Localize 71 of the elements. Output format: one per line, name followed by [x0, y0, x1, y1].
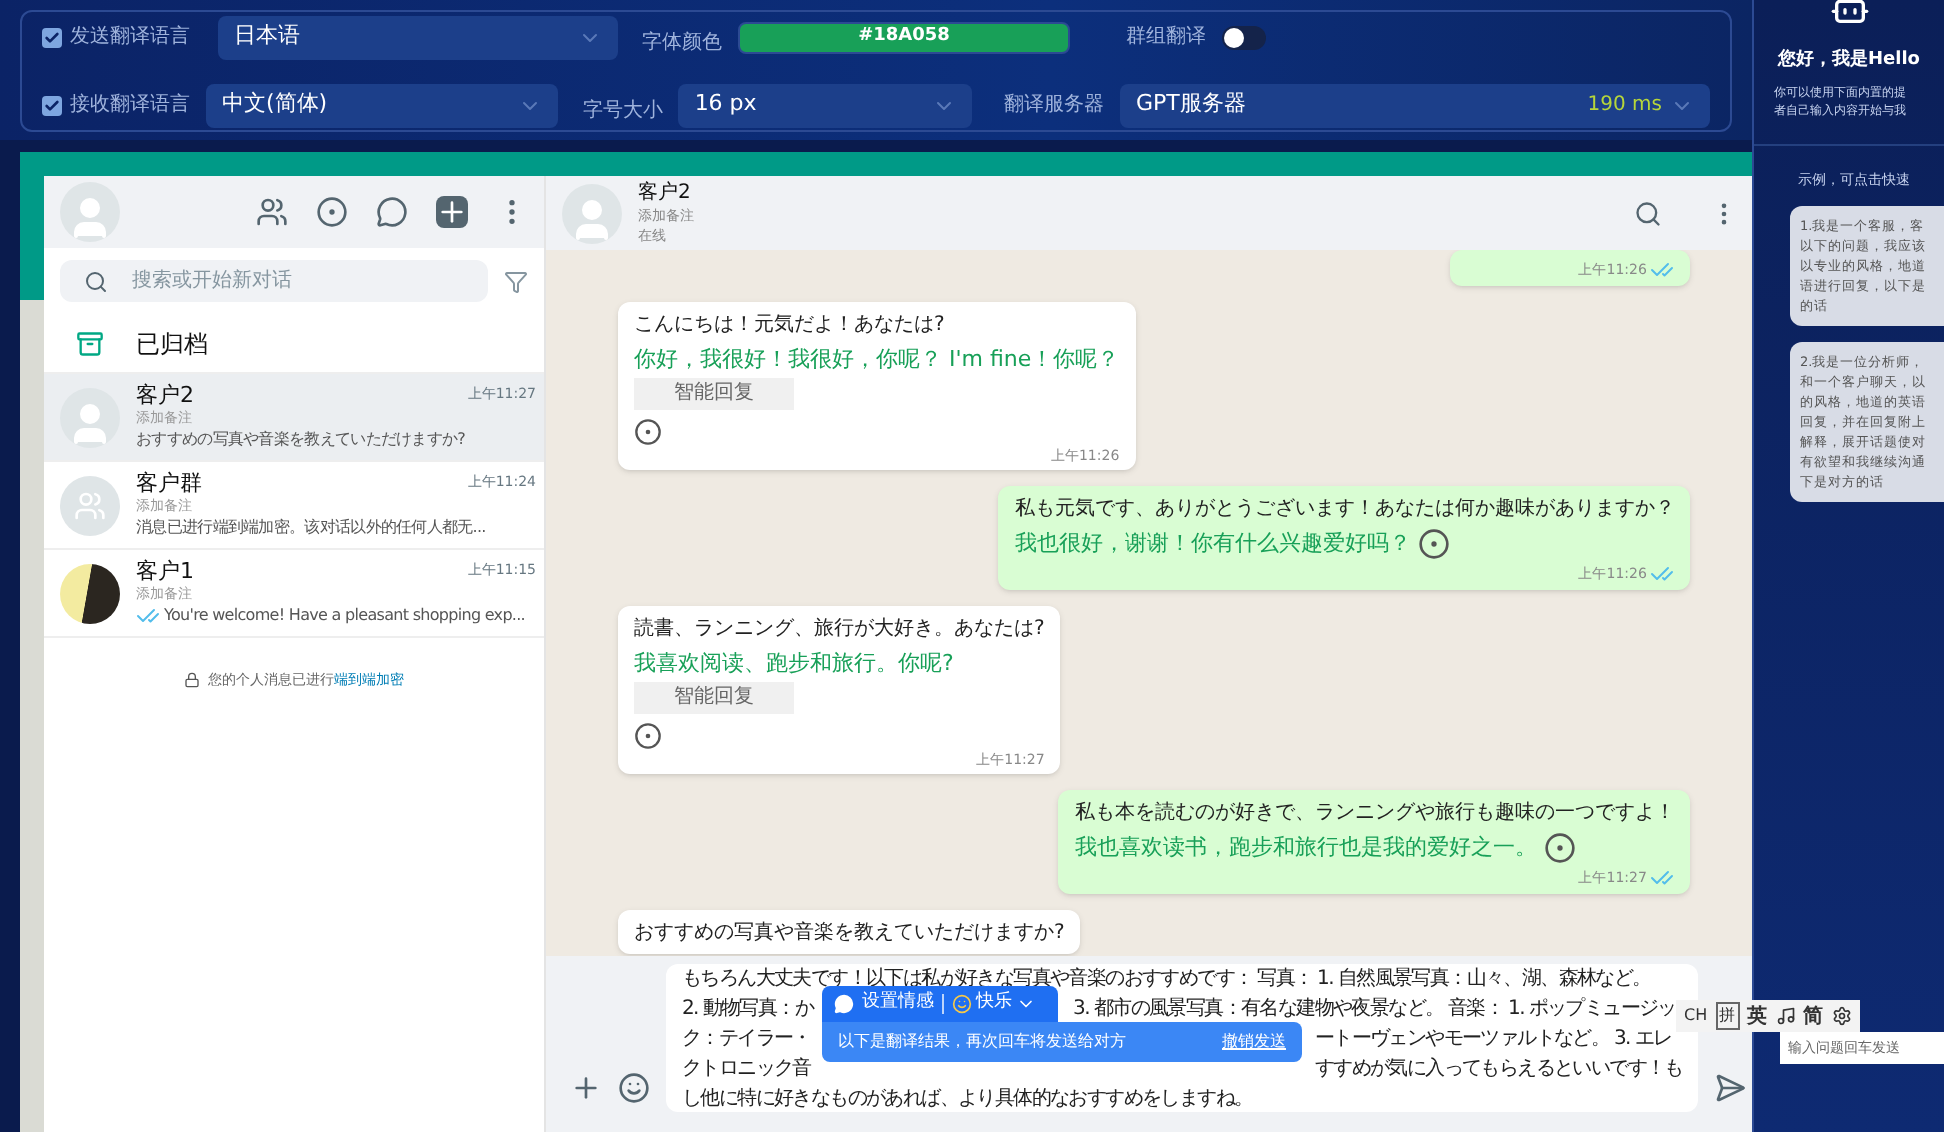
photo-placeholder: [60, 563, 120, 623]
note-icon[interactable]: [1775, 1006, 1796, 1026]
checkbox[interactable]: [42, 95, 62, 115]
group-avatar: [60, 475, 120, 535]
contact-name: 客户2: [638, 181, 691, 205]
smart-reply-button[interactable]: 智能回复: [634, 682, 794, 714]
message-preview: You're welcome! Have a pleasant shopping exp...: [164, 604, 525, 628]
contact-name: 客户群: [136, 470, 202, 496]
translation-text: 你好，我很好！我很好，你呢？ I'm fine！你呢？: [634, 344, 1120, 376]
latency-text: 190 ms: [1587, 92, 1662, 120]
mood-dropdown[interactable]: 快乐: [952, 990, 1036, 1018]
attach-icon[interactable]: [570, 1072, 602, 1104]
archive-icon: [76, 329, 104, 357]
original-text: おすすめの写真や音楽を教えていただけますか?: [634, 919, 1065, 948]
ime-simplified[interactable]: 简: [1803, 1001, 1824, 1031]
greeting-title: 您好，我是Hello: [1778, 48, 1920, 74]
search-icon: [84, 269, 108, 293]
search-field[interactable]: 搜索或开始新对话: [60, 260, 488, 302]
message-draft-text: し他に特に好きなものがあれば、より具体的なおすすめをしますね。: [682, 1085, 1253, 1113]
contact-name: 客户1: [136, 558, 194, 584]
avatar-icon: [60, 387, 120, 447]
robot-icon: [1829, 0, 1869, 28]
toggle-switch[interactable]: [1222, 25, 1266, 49]
original-text: 私も本を読むのが好きで、ランニングや旅行も趣味の一つですよ！: [1074, 799, 1675, 828]
checkbox-label: 发送翻译语言: [70, 23, 190, 52]
community-icon[interactable]: [256, 196, 288, 228]
search-icon[interactable]: [1634, 199, 1663, 227]
settings-icon[interactable]: [1831, 1006, 1852, 1026]
field-label: 字体颜色: [642, 31, 722, 53]
translation-text: 我也喜欢读书，跑步和旅行也是我的爱好之一。: [1074, 832, 1537, 864]
message-preview: 消息已进行端到端加密。该对话以外的任何人都无...: [136, 516, 486, 540]
send-icon[interactable]: [1714, 1072, 1747, 1104]
contact-name: 客户2: [136, 382, 194, 408]
checkbox[interactable]: [42, 27, 62, 47]
server-select[interactable]: GPT服务器 190 ms: [1120, 83, 1710, 127]
channel-icon[interactable]: [376, 196, 408, 228]
ime-pinyin[interactable]: 拼: [1715, 1002, 1740, 1030]
message-draft-text: 2. 動物写真：か: [682, 995, 814, 1023]
filter-icon[interactable]: [504, 269, 528, 293]
message-draft-text: 3. 都市の風景写真：有名な建物や夜景など。 音楽： 1. ポップミュージッ: [1073, 995, 1676, 1023]
smart-reply-button[interactable]: 智能回复: [634, 378, 794, 410]
message-draft-text: クトロニック音: [682, 1055, 811, 1083]
original-text: こんにちは！元気だよ！あなたは?: [634, 312, 947, 340]
avatar-icon: [562, 183, 622, 243]
search-input[interactable]: 搜索或开始新对话: [132, 266, 464, 296]
field-label: 翻译服务器: [1004, 91, 1104, 120]
emoji-icon[interactable]: [618, 1072, 650, 1104]
message-preview: おすすめの写真や音楽を教えていただけますか?: [136, 428, 466, 452]
original-text: 私も元気です、ありがとうございます！あなたは何か趣味がありますか？: [1014, 495, 1675, 524]
status-icon[interactable]: [316, 196, 348, 228]
language-select[interactable]: 日本语: [218, 15, 618, 59]
original-text: 読書、ランニング、旅行が大好き。あなたは?: [634, 615, 1045, 644]
translation-text: 我喜欢阅读、跑步和旅行。你呢?: [634, 648, 954, 680]
chat-bubble-icon: [834, 994, 854, 1014]
message-draft-text: ク：テイラー・: [682, 1025, 811, 1053]
language-select[interactable]: 中文(简体): [206, 83, 559, 127]
ime-english[interactable]: 英: [1747, 1001, 1768, 1031]
lock-icon: [184, 672, 200, 689]
toggle-label: 群组翻译: [1126, 23, 1206, 52]
font-size-select[interactable]: 16 px: [678, 83, 972, 127]
translation-notice-bar: 以下是翻译结果，再次回车将发送给对方 撤销发送: [822, 1022, 1302, 1062]
avatar-icon: [60, 182, 120, 242]
message-draft-text: すすめが気に入ってもらえるといいです！も: [1314, 1055, 1683, 1083]
set-emotion-button[interactable]: 设置情感: [834, 990, 934, 1018]
checkbox-label: 接收翻译语言: [70, 91, 190, 120]
message-draft-text: ートーヴェンやモーツァルトなど。 3. エレ: [1314, 1025, 1672, 1053]
undo-send-link[interactable]: 撤销发送: [1222, 1030, 1286, 1054]
smiley-icon: [952, 994, 972, 1014]
translation-text: 我也很好，谢谢！你有什么兴趣爱好吗？: [1014, 528, 1411, 560]
field-label: 字号大小: [582, 99, 663, 121]
new-chat-icon[interactable]: [436, 196, 468, 228]
